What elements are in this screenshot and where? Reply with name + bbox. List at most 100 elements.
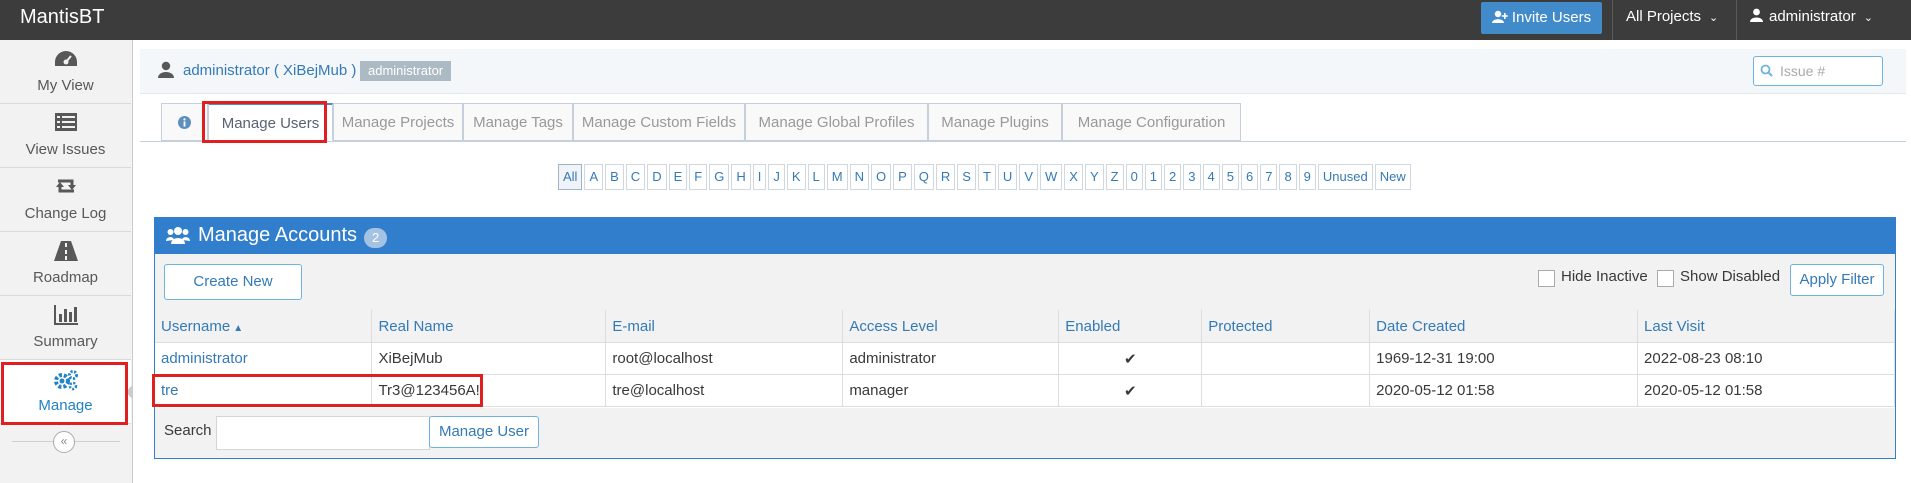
list-icon — [54, 113, 77, 131]
letter-filter-v[interactable]: V — [1019, 164, 1038, 190]
letter-filter-2[interactable]: 2 — [1164, 164, 1182, 190]
last-visit-cell: 2022-08-23 08:10 — [1637, 342, 1895, 375]
letter-filter-m[interactable]: M — [826, 164, 848, 190]
project-selector-label: All Projects — [1626, 8, 1702, 25]
app-brand[interactable]: MantisBT — [20, 6, 104, 29]
letter-filter-c[interactable]: C — [625, 164, 646, 190]
letter-filter-6[interactable]: 6 — [1240, 164, 1259, 190]
breadcrumb-user-link[interactable]: administrator ( XiBejMub ) — [183, 62, 356, 79]
letter-filter-7[interactable]: 7 — [1260, 164, 1278, 190]
letter-filter-k[interactable]: K — [786, 164, 806, 190]
bar-chart-icon — [53, 305, 78, 325]
user-search-input[interactable] — [216, 416, 430, 450]
user-menu[interactable]: administrator ⌄ — [1750, 0, 1873, 40]
column-header-email[interactable]: E-mail — [605, 310, 844, 343]
sidebar-item-label: Summary — [33, 333, 98, 350]
letter-filter-b[interactable]: B — [605, 164, 624, 190]
letter-filter-all[interactable]: All — [558, 164, 583, 190]
letter-filter: All A B C D E F G H I J K L M N O P Q R S T U V W X Y Z 0 1 2 3 4 5 6 7 8 9 U… — [558, 164, 1413, 190]
letter-filter-8[interactable]: 8 — [1279, 164, 1297, 190]
create-new-account-button[interactable]: Create New Account — [164, 264, 302, 324]
tab-info[interactable] — [161, 103, 208, 141]
show-disabled-checkbox[interactable] — [1657, 270, 1674, 287]
letter-filter-t[interactable]: T — [977, 164, 996, 190]
tab-manage-custom-fields[interactable]: Manage Custom Fields — [573, 103, 745, 141]
letter-filter-4[interactable]: 4 — [1202, 164, 1220, 190]
protected-cell — [1201, 374, 1371, 407]
letter-filter-0[interactable]: 0 — [1125, 164, 1143, 190]
column-header-date-created[interactable]: Date Created — [1369, 310, 1639, 343]
widget-header: Manage Accounts 2 — [155, 218, 1895, 254]
sidebar-item-label: View Issues — [25, 141, 106, 158]
letter-filter-u[interactable]: U — [997, 164, 1018, 190]
sidebar-item-change-log[interactable]: Change Log — [0, 168, 131, 232]
tab-manage-projects[interactable]: Manage Projects — [333, 103, 463, 141]
show-disabled-label: Show Disabled — [1680, 268, 1781, 285]
sidebar-item-label: Roadmap — [32, 269, 99, 286]
sidebar-item-summary[interactable]: Summary — [0, 296, 131, 360]
letter-filter-w[interactable]: W — [1039, 164, 1063, 190]
letter-filter-1[interactable]: 1 — [1144, 164, 1163, 190]
column-header-enabled[interactable]: Enabled — [1058, 310, 1203, 343]
invite-users-button[interactable]: Invite Users — [1481, 2, 1602, 34]
letter-filter-g[interactable]: G — [709, 164, 730, 190]
table-header-row: Username ▲ Real Name E-mail Access Level … — [155, 310, 1895, 343]
chevron-down-icon: ⌄ — [1709, 12, 1719, 24]
access-level-cell: manager — [842, 374, 1060, 407]
tab-manage-users[interactable]: Manage Users — [208, 103, 333, 141]
tab-manage-configuration[interactable]: Manage Configuration — [1062, 103, 1241, 141]
real-name-cell: Tr3@123456A! — [371, 374, 607, 407]
manage-user-button[interactable]: Manage User — [429, 416, 539, 448]
letter-filter-h[interactable]: H — [731, 164, 751, 190]
apply-filter-button[interactable]: Apply Filter — [1790, 264, 1884, 296]
access-level-cell: administrator — [842, 342, 1060, 375]
letter-filter-j[interactable]: J — [768, 164, 785, 190]
project-selector[interactable]: All Projects ⌄ — [1626, 0, 1718, 40]
column-header-last-visit[interactable]: Last Visit — [1637, 310, 1895, 343]
letter-filter-r[interactable]: R — [935, 164, 956, 190]
column-header-username[interactable]: Username ▲ — [155, 310, 373, 343]
letter-filter-p[interactable]: P — [893, 164, 912, 190]
letter-filter-x[interactable]: X — [1064, 164, 1083, 190]
letter-filter-unused[interactable]: Unused — [1317, 164, 1373, 190]
letter-filter-e[interactable]: E — [668, 164, 688, 190]
letter-filter-y[interactable]: Y — [1084, 164, 1104, 190]
username-link[interactable]: tre — [161, 382, 179, 399]
issue-number-input[interactable] — [1778, 60, 1880, 82]
column-header-real-name[interactable]: Real Name — [371, 310, 607, 343]
column-header-protected[interactable]: Protected — [1201, 310, 1371, 343]
letter-filter-z[interactable]: Z — [1105, 164, 1124, 190]
tab-manage-tags[interactable]: Manage Tags — [463, 103, 573, 141]
letter-filter-f[interactable]: F — [689, 164, 708, 190]
hide-inactive-checkbox[interactable] — [1538, 270, 1555, 287]
letter-filter-3[interactable]: 3 — [1183, 164, 1201, 190]
letter-filter-n[interactable]: N — [849, 164, 869, 190]
user-icon — [1750, 8, 1763, 22]
users-icon — [166, 227, 190, 244]
letter-filter-o[interactable]: O — [870, 164, 892, 190]
letter-filter-q[interactable]: Q — [913, 164, 934, 190]
sidebar-item-view-issues[interactable]: View Issues — [0, 104, 131, 168]
letter-filter-a[interactable]: A — [584, 164, 604, 190]
username-link[interactable]: administrator — [161, 350, 248, 367]
sidebar-item-my-view[interactable]: My View — [0, 40, 131, 104]
sidebar-item-roadmap[interactable]: Roadmap — [0, 232, 131, 296]
tab-manage-global-profiles[interactable]: Manage Global Profiles — [745, 103, 928, 141]
sort-ascending-icon: ▲ — [233, 322, 244, 334]
letter-filter-new[interactable]: New — [1374, 164, 1411, 190]
letter-filter-9[interactable]: 9 — [1298, 164, 1316, 190]
sidebar-item-manage[interactable]: Manage — [0, 360, 131, 424]
chevron-down-icon: ⌄ — [1863, 12, 1873, 24]
sidebar: My View View Issues Change Log Roadmap S… — [0, 40, 133, 483]
column-header-access-level[interactable]: Access Level — [842, 310, 1060, 343]
sidebar-collapse-button[interactable]: « — [53, 431, 75, 453]
letter-filter-l[interactable]: L — [807, 164, 825, 190]
date-created-cell: 2020-05-12 01:58 — [1369, 374, 1639, 407]
tab-manage-plugins[interactable]: Manage Plugins — [928, 103, 1062, 141]
letter-filter-i[interactable]: I — [752, 164, 767, 190]
letter-filter-d[interactable]: D — [647, 164, 667, 190]
letter-filter-5[interactable]: 5 — [1221, 164, 1239, 190]
road-icon — [53, 241, 78, 261]
letter-filter-s[interactable]: S — [957, 164, 976, 190]
navbar-divider — [1612, 0, 1613, 40]
